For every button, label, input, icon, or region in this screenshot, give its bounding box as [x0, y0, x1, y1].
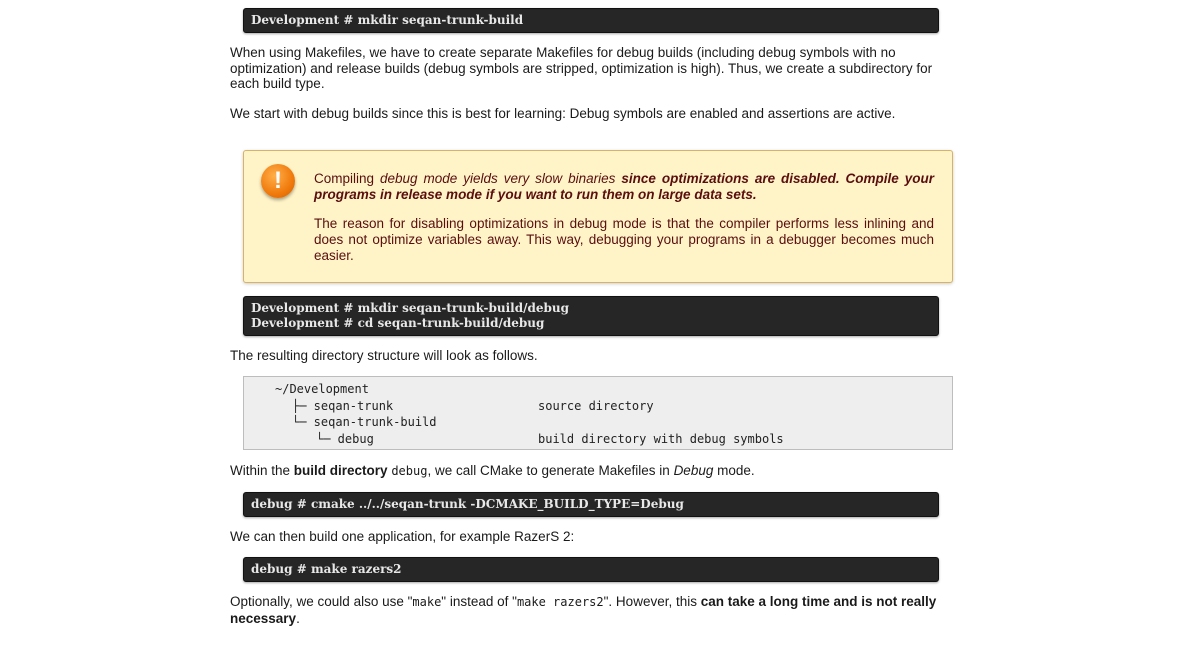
- tree-item-seqan-trunk: ├─ seqan-trunk: [292, 398, 394, 413]
- paragraph-optional: Optionally, we could also use "make" ins…: [230, 594, 937, 626]
- warning-box: ! Compiling debug mode yields very slow …: [243, 150, 953, 283]
- paragraph-makefiles: When using Makefiles, we have to create …: [230, 45, 933, 91]
- warning-line-2: The reason for disabling optimizations i…: [314, 216, 934, 263]
- warning-icon: !: [261, 164, 295, 198]
- code-block-mkdir: Development # mkdir seqan-trunk-build: [243, 8, 939, 33]
- tree-desc-debug: build directory with debug symbols: [538, 431, 784, 446]
- paragraph-structure: The resulting directory structure will l…: [230, 348, 538, 363]
- tree-desc-source: source directory: [538, 398, 654, 413]
- warning-line-1: Compiling debug mode yields very slow bi…: [314, 171, 934, 202]
- paragraph-debug-builds: We start with debug builds since this is…: [230, 106, 896, 121]
- directory-tree: ~/Development ├─ seqan-trunk source direc…: [243, 376, 953, 450]
- tree-item-build: └─ seqan-trunk-build: [292, 415, 437, 429]
- paragraph-build-app: We can then build one application, for e…: [230, 529, 575, 544]
- code-block-cmake: debug # cmake ../../seqan-trunk -DCMAKE_…: [243, 492, 939, 517]
- tree-item-debug: └─ debug: [316, 431, 374, 446]
- tree-root: ~/Development: [275, 382, 369, 396]
- code-block-make: debug # make razers2: [243, 557, 939, 582]
- paragraph-cmake: Within the build directory debug, we cal…: [230, 463, 755, 478]
- code-block-mkdir-cd: Development # mkdir seqan-trunk-build/de…: [243, 296, 939, 336]
